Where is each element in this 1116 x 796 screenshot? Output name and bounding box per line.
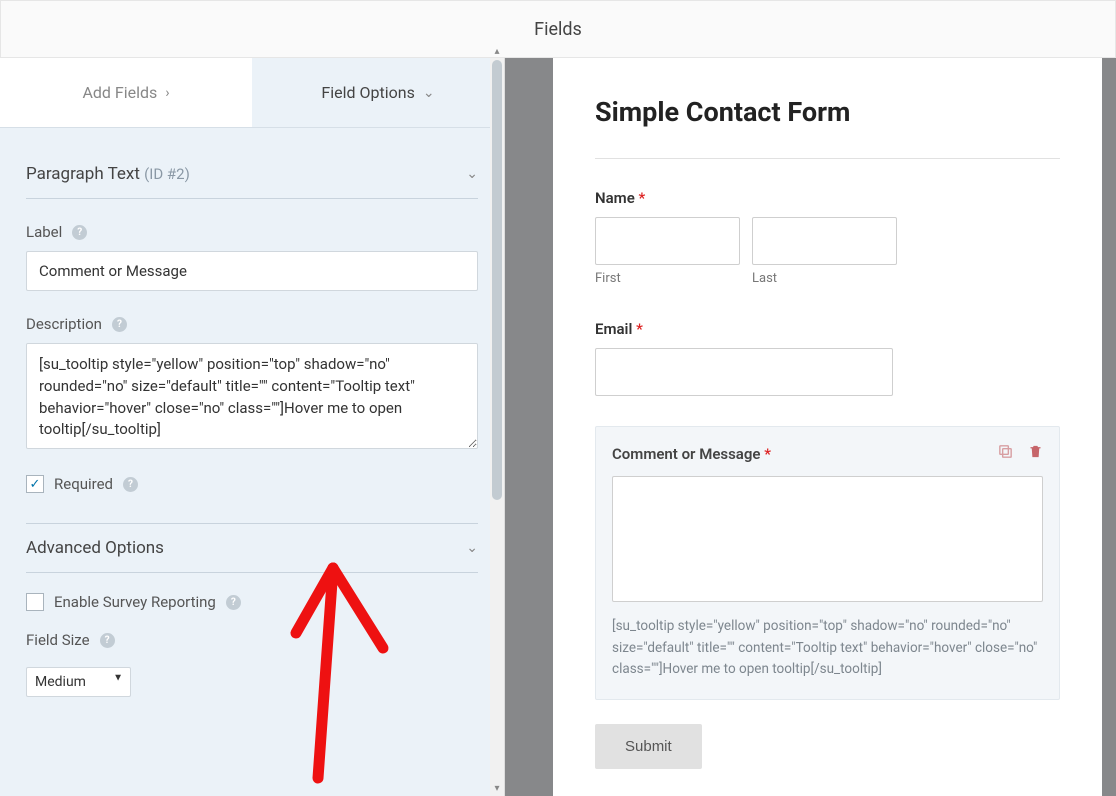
label-label: Label ?: [26, 223, 478, 241]
tab-add-label: Add Fields: [82, 83, 157, 102]
comment-textarea[interactable]: [612, 476, 1043, 602]
panel-divider: [505, 58, 553, 796]
page-header: Fields: [0, 0, 1116, 58]
email-input[interactable]: [595, 348, 893, 396]
chevron-down-icon: ⌄: [423, 85, 435, 101]
row-required: ✓ Required ?: [26, 475, 478, 493]
fieldsize-text: Field Size: [26, 631, 90, 649]
comment-actions: [997, 443, 1043, 464]
section-id: (ID #2): [144, 165, 190, 183]
required-asterisk: *: [632, 320, 642, 338]
scrollbar[interactable]: ▴ ▾: [490, 58, 504, 796]
comment-title: Comment or Message *: [612, 445, 771, 463]
trash-icon[interactable]: [1028, 443, 1043, 464]
required-asterisk: *: [760, 445, 770, 463]
submit-button[interactable]: Submit: [595, 724, 702, 769]
row-survey: Enable Survey Reporting ?: [26, 593, 478, 611]
tab-options-label: Field Options: [321, 83, 414, 102]
help-icon[interactable]: ?: [100, 633, 115, 648]
email-label: Email *: [595, 320, 1060, 338]
chevron-down-icon: ⌄: [466, 166, 478, 182]
options-body: Paragraph Text (ID #2) ⌄ Label ? Descrip…: [0, 128, 504, 796]
row-description: Description ? [su_tooltip style="yellow"…: [26, 315, 478, 453]
row-label: Label ?: [26, 223, 478, 291]
description-textarea[interactable]: [su_tooltip style="yellow" position="top…: [26, 343, 478, 449]
last-sublabel: Last: [752, 271, 897, 286]
required-asterisk: *: [635, 189, 645, 207]
section-title-text: Paragraph Text: [26, 164, 140, 184]
fieldsize-label: Field Size ?: [26, 631, 478, 649]
description-text: Description: [26, 315, 102, 333]
tabs: Add Fields › Field Options ⌄: [0, 58, 504, 128]
survey-label: Enable Survey Reporting: [54, 593, 216, 611]
row-field-size: Field Size ? Medium ▼: [26, 631, 478, 697]
scroll-down-icon[interactable]: ▾: [490, 783, 504, 794]
name-inputs: First Last: [595, 217, 1060, 286]
label-text: Label: [26, 223, 62, 241]
required-label: Required: [54, 475, 113, 493]
help-icon[interactable]: ?: [226, 595, 241, 610]
main-layout: Add Fields › Field Options ⌄ Paragraph T…: [0, 58, 1116, 796]
help-icon[interactable]: ?: [123, 477, 138, 492]
name-label: Name *: [595, 189, 1060, 207]
chevron-right-icon: ›: [165, 85, 169, 101]
survey-checkbox[interactable]: [26, 593, 44, 611]
comment-field-selected[interactable]: Comment or Message * [su_tooltip style="…: [595, 426, 1060, 700]
tab-field-options[interactable]: Field Options ⌄: [252, 58, 504, 127]
comment-title-text: Comment or Message: [612, 445, 760, 463]
first-name-input[interactable]: [595, 217, 740, 265]
section-advanced-options[interactable]: Advanced Options ⌄: [26, 524, 478, 573]
form-preview: Simple Contact Form Name * First Last Em…: [553, 58, 1116, 796]
scroll-up-icon[interactable]: ▴: [490, 46, 504, 57]
label-input[interactable]: [26, 251, 478, 291]
section-paragraph-text[interactable]: Paragraph Text (ID #2) ⌄: [26, 150, 478, 199]
divider: [595, 158, 1060, 159]
header-title: Fields: [534, 19, 582, 40]
advanced-title: Advanced Options: [26, 538, 164, 558]
required-checkbox[interactable]: ✓: [26, 475, 44, 493]
first-sublabel: First: [595, 271, 740, 286]
help-icon[interactable]: ?: [72, 225, 87, 240]
section-title: Paragraph Text (ID #2): [26, 164, 190, 184]
duplicate-icon[interactable]: [997, 443, 1014, 464]
chevron-down-icon: ⌄: [466, 540, 478, 556]
comment-description: [su_tooltip style="yellow" position="top…: [612, 616, 1043, 681]
fieldsize-select[interactable]: Medium: [26, 667, 131, 697]
fieldsize-select-wrap: Medium ▼: [26, 659, 131, 697]
form-title: Simple Contact Form: [595, 96, 1060, 128]
tab-add-fields[interactable]: Add Fields ›: [0, 58, 252, 127]
comment-head: Comment or Message *: [612, 443, 1043, 464]
scroll-thumb[interactable]: [492, 60, 502, 500]
last-name-input[interactable]: [752, 217, 897, 265]
description-label: Description ?: [26, 315, 478, 333]
left-panel: Add Fields › Field Options ⌄ Paragraph T…: [0, 58, 505, 796]
name-label-text: Name: [595, 189, 635, 207]
help-icon[interactable]: ?: [112, 317, 127, 332]
email-label-text: Email: [595, 320, 632, 338]
email-block: Email *: [595, 320, 1060, 396]
